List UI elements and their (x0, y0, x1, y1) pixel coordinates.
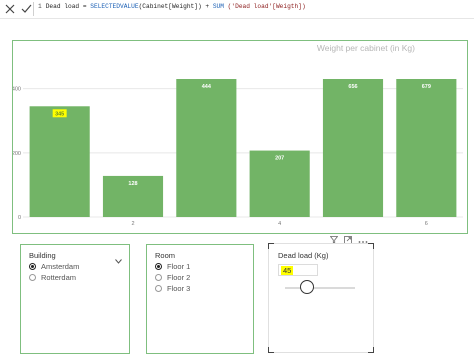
formula-line-number: 1 (38, 3, 42, 10)
chevron-down-icon[interactable] (115, 251, 122, 269)
radio-selected[interactable] (29, 263, 36, 270)
radio-unselected[interactable] (155, 285, 162, 292)
bar (322, 79, 384, 217)
dead-load-slider-thumb[interactable] (300, 280, 315, 294)
resize-handle[interactable] (368, 347, 374, 353)
resize-handle[interactable] (268, 347, 274, 353)
building-option-label: Amsterdam (41, 262, 80, 271)
dead-load-slicer[interactable]: Dead load (Kg) 45 (268, 243, 374, 353)
bar-chart-visual[interactable]: Weight per cabinet (in Kg) 0 200 400 345 128… (12, 40, 468, 234)
dead-load-input[interactable]: 45 (278, 264, 318, 276)
check-icon[interactable] (18, 1, 34, 17)
data-label: 207 (275, 156, 284, 162)
y-tick-label: 200 (13, 151, 21, 157)
resize-handle[interactable] (268, 243, 274, 249)
data-label: 128 (128, 181, 137, 187)
data-label: 656 (348, 84, 357, 90)
formula-separator (33, 2, 34, 16)
data-label: 444 (202, 84, 212, 90)
bar (396, 79, 457, 217)
room-option-floor-3[interactable]: Floor 3 (155, 284, 190, 293)
formula-arg2: ('Dead load'[Weigth]) (223, 3, 306, 10)
formula-op1: = (79, 3, 91, 10)
x-tick-label: 6 (425, 221, 428, 227)
room-slicer[interactable]: Room Floor 1 Floor 2 Floor 3 (146, 244, 254, 354)
room-slicer-title: Room (155, 251, 176, 260)
radio-selected[interactable] (155, 263, 162, 270)
building-option-rotterdam[interactable]: Rotterdam (29, 273, 76, 282)
dead-load-slider-track[interactable] (285, 287, 355, 289)
y-tick-label: 0 (18, 215, 21, 221)
formula-measure-name: Dead load (45, 3, 80, 10)
bar-chart: 0 200 400 345 128 2 444 207 4 656 679 6 (13, 79, 463, 227)
room-option-label: Floor 3 (167, 284, 191, 293)
bar (176, 79, 237, 217)
bar (29, 106, 90, 217)
building-slicer-title: Building (29, 251, 56, 260)
formula-arg1: (Cabinet[Weight]) (138, 3, 202, 10)
formula-op2: + (201, 3, 213, 10)
resize-handle[interactable] (368, 243, 374, 249)
x-tick-label: 2 (131, 221, 134, 227)
y-tick-label: 400 (13, 87, 21, 93)
room-option-floor-2[interactable]: Floor 2 (155, 273, 190, 282)
building-option-amsterdam[interactable]: Amsterdam (29, 262, 79, 271)
formula-input[interactable]: 1 Dead load = SELECTEDVALUE(Cabinet[Weigh… (38, 3, 306, 10)
building-option-label: Rotterdam (41, 273, 77, 282)
formula-fn-sum: SUM (212, 3, 224, 10)
dead-load-value: 45 (281, 266, 294, 275)
data-label: 679 (422, 84, 431, 90)
room-option-label: Floor 1 (167, 262, 191, 271)
dead-load-title: Dead load (Kg) (278, 251, 329, 260)
data-label: 345 (55, 111, 64, 117)
x-tick-label: 4 (278, 221, 281, 227)
radio-unselected[interactable] (29, 274, 36, 281)
room-option-label: Floor 2 (167, 273, 191, 282)
formula-fn-selectedvalue: SELECTEDVALUE (90, 3, 139, 10)
room-option-floor-1[interactable]: Floor 1 (155, 262, 190, 271)
radio-unselected[interactable] (155, 274, 162, 281)
building-slicer[interactable]: Building Amsterdam Rotterdam (20, 244, 130, 354)
close-icon[interactable] (2, 1, 18, 17)
formula-bar: 1 Dead load = SELECTEDVALUE(Cabinet[Weigh… (0, 0, 474, 19)
